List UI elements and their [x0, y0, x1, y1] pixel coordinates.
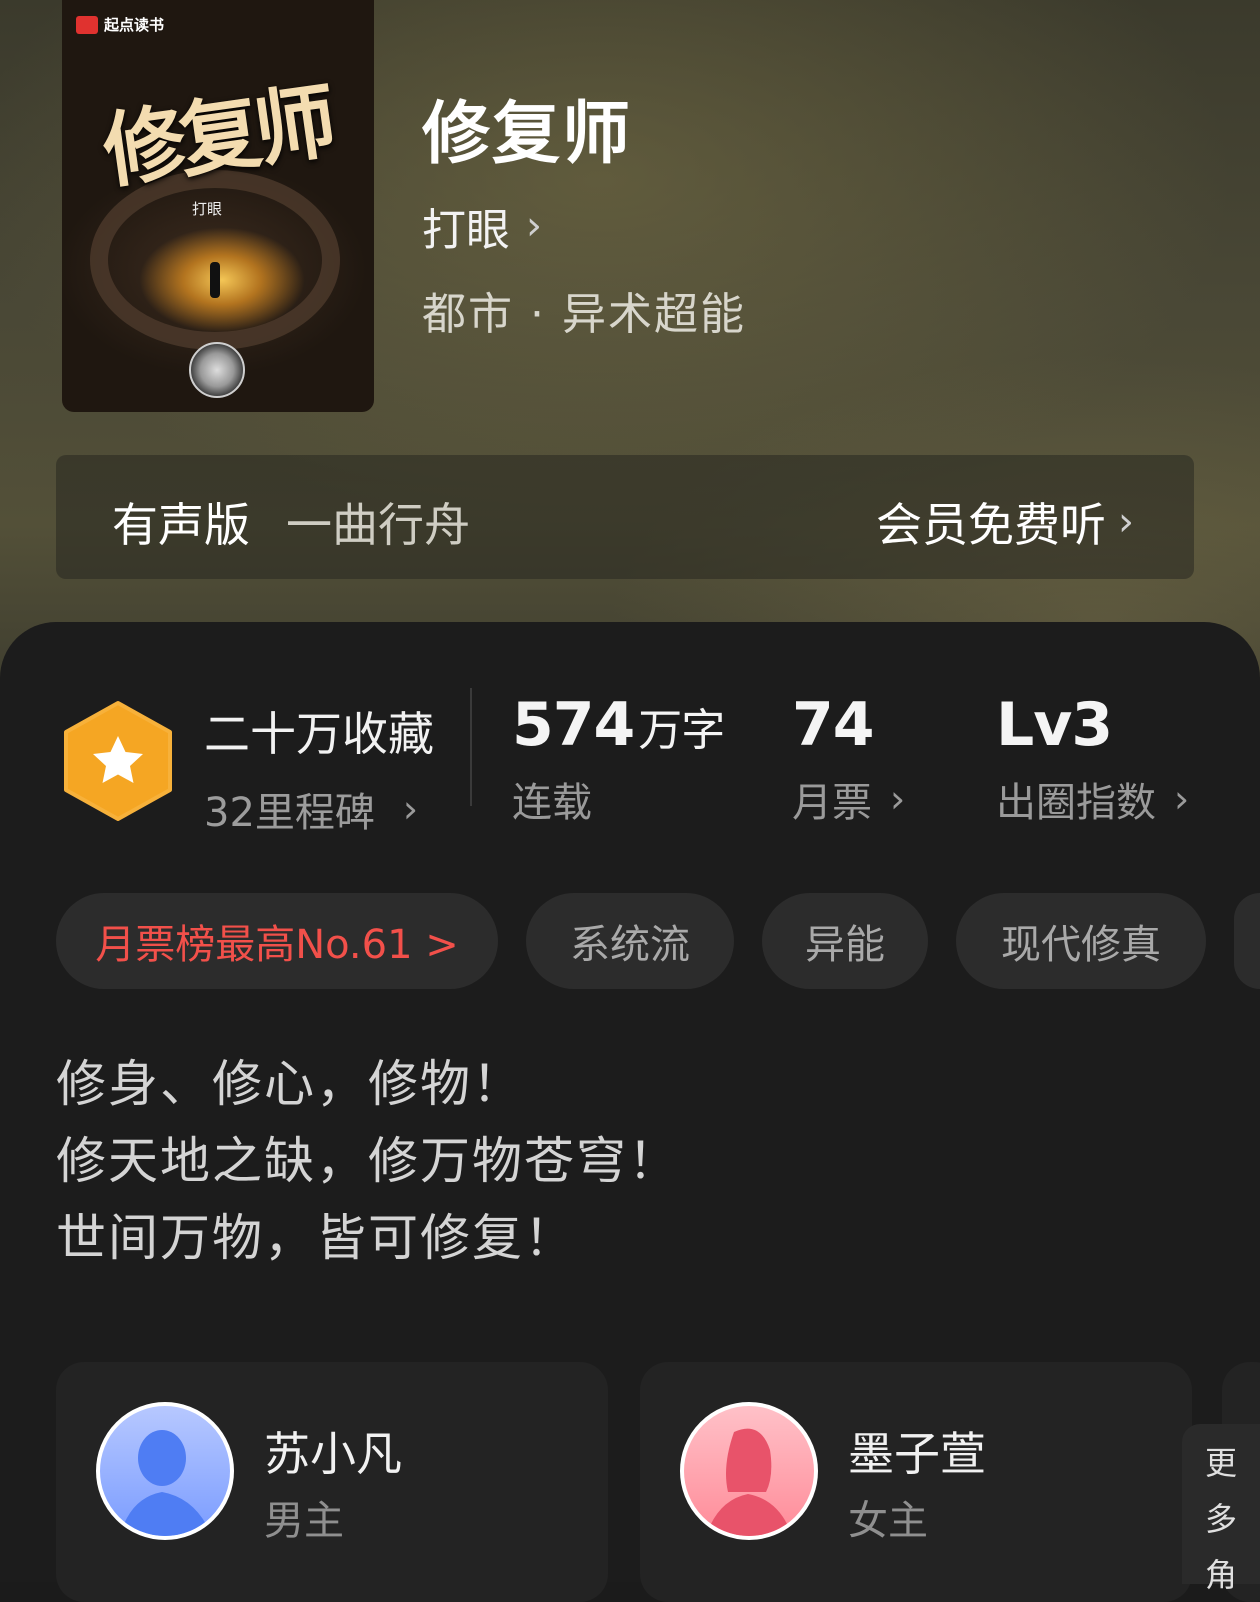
avatar	[680, 1402, 818, 1540]
more-characters-button[interactable]: 更 多 角	[1182, 1424, 1260, 1594]
popularity-level: Lv3	[996, 690, 1113, 760]
cover-brand-text: 起点读书	[104, 16, 165, 34]
word-count-stat: 574万字 连载	[512, 690, 725, 828]
book-cover[interactable]: 起点读书 修复师 打眼	[62, 0, 374, 412]
intro-line: 世间万物，皆可修复！	[56, 1209, 576, 1267]
audio-label: 有声版	[112, 498, 250, 552]
collection-count: 二十万收藏	[204, 707, 434, 761]
character-role: 女主	[848, 1498, 928, 1544]
book-intro[interactable]: 修身、修心，修物！ 修天地之缺，修万物苍穹！ 世间万物，皆可修复！	[56, 1046, 680, 1277]
monthly-votes-stat[interactable]: 74 月票 ›	[792, 690, 905, 828]
audio-version-bar[interactable]: 有声版 一曲行舟 会员免费听 ›	[56, 455, 1194, 579]
cover-seal-icon	[189, 342, 245, 398]
tag-overflow[interactable]	[1234, 893, 1260, 989]
free-listen-label: 会员免费听	[876, 498, 1106, 552]
collection-stat[interactable]: 二十万收藏 32里程碑 ›	[204, 698, 434, 838]
tag-modern-cultivation[interactable]: 现代修真	[956, 893, 1206, 989]
collection-badge-icon	[64, 701, 172, 821]
milestone-count: 32里程碑	[204, 790, 375, 836]
avatar	[96, 1402, 234, 1540]
more-characters-char: 角	[1204, 1556, 1237, 1594]
author-name: 打眼	[422, 205, 510, 256]
tag-system[interactable]: 系统流	[526, 893, 734, 989]
popularity-stat[interactable]: Lv3 出圈指数 ›	[996, 690, 1189, 828]
character-card[interactable]: 苏小凡 男主	[56, 1362, 608, 1602]
chevron-right-icon: ›	[1174, 777, 1190, 821]
character-card[interactable]: 墨子萱 女主	[640, 1362, 1192, 1602]
book-genre: 都市 · 异术超能	[422, 289, 746, 340]
brand-logo-icon	[76, 15, 98, 34]
cover-art-figure	[210, 262, 220, 298]
chevron-right-icon: ›	[890, 777, 906, 821]
cover-brand: 起点读书	[76, 14, 164, 35]
word-count-unit: 万字	[638, 705, 725, 756]
word-count-value: 574	[512, 690, 635, 760]
audio-narrator: 一曲行舟	[286, 498, 470, 552]
stat-divider	[470, 688, 472, 806]
character-name: 苏小凡	[264, 1427, 402, 1481]
chevron-right-icon: ›	[1118, 499, 1134, 545]
character-name: 墨子萱	[848, 1427, 986, 1481]
female-silhouette-icon	[706, 1428, 792, 1536]
book-title: 修复师	[422, 95, 633, 174]
character-role: 男主	[264, 1498, 344, 1544]
more-characters-char: 更	[1204, 1444, 1237, 1482]
monthly-votes-label: 月票	[792, 780, 872, 826]
cover-author: 打眼	[192, 200, 223, 218]
ranking-tag[interactable]: 月票榜最高No.61 >	[56, 893, 498, 989]
popularity-label: 出圈指数	[996, 780, 1156, 826]
intro-line: 修身、修心，修物！	[56, 1055, 524, 1113]
cover-title: 修复师	[97, 73, 337, 201]
intro-line: 修天地之缺，修万物苍穹！	[56, 1132, 680, 1190]
serial-status: 连载	[512, 780, 592, 826]
more-characters-char: 多	[1204, 1500, 1237, 1538]
free-listen-button[interactable]: 会员免费听 ›	[876, 489, 1134, 555]
monthly-votes-value: 74	[792, 690, 874, 760]
tag-ability[interactable]: 异能	[762, 893, 928, 989]
chevron-right-icon: ›	[526, 203, 542, 249]
male-silhouette-icon	[120, 1430, 212, 1536]
chevron-right-icon: ›	[402, 787, 419, 831]
author-link[interactable]: 打眼 ›	[422, 194, 542, 258]
